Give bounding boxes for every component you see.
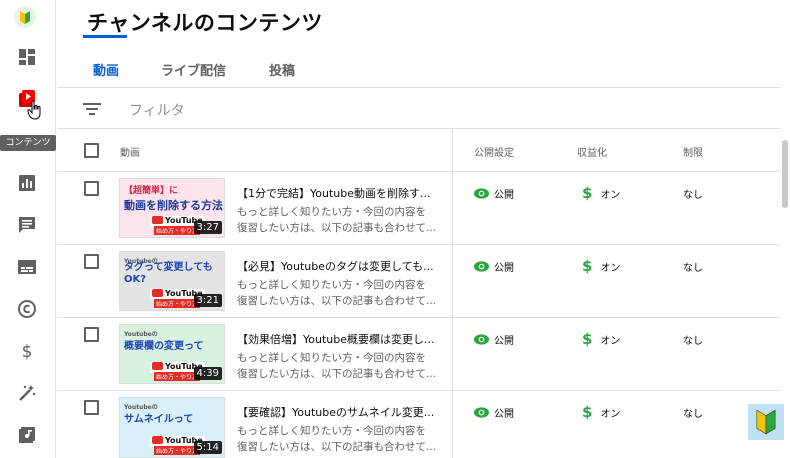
thumbnail-banner-text: 【超簡単】に xyxy=(124,186,179,196)
video-duration: 3:21 xyxy=(193,294,222,307)
video-thumbnail[interactable]: Youtubeの サムネイルって YouTube 始め方・やり方 5:14 xyxy=(119,397,225,458)
video-title[interactable]: 【必見】Youtubeのタグは変更しても... xyxy=(237,258,437,274)
tab-bar: 動画 ライブ配信 投稿 xyxy=(57,50,780,88)
description-line: もっと詳しく知りたい方・今回の内容を xyxy=(237,352,426,364)
description-line: もっと詳しく知りたい方・今回の内容を xyxy=(237,425,426,437)
tab-videos[interactable]: 動画 xyxy=(93,60,119,79)
sidebar-tooltip: コンテンツ xyxy=(0,135,56,151)
visibility-cell[interactable]: 公開 xyxy=(474,259,514,274)
column-header-visibility[interactable]: 公開設定 xyxy=(474,144,514,159)
column-header-video[interactable]: 動画 xyxy=(120,144,140,159)
table-row[interactable]: Youtubeの サムネイルって YouTube 始め方・やり方 5:14 【要… xyxy=(57,391,780,458)
sidebar: コンテンツ $ xyxy=(0,0,56,458)
restrictions-cell: なし xyxy=(683,336,703,347)
row-checkbox[interactable] xyxy=(84,254,99,269)
scrollbar[interactable] xyxy=(782,140,788,208)
youtube-logo-icon xyxy=(152,289,163,297)
beginner-mark-icon xyxy=(748,404,784,440)
video-thumbnail[interactable]: Youtubeの タグって変更してもOK? YouTube 始め方・やり方 3:… xyxy=(119,251,225,311)
video-duration: 3:27 xyxy=(193,221,222,234)
video-title[interactable]: 【要確認】Youtubeのサムネイル変更... xyxy=(237,404,437,420)
restrictions-cell: なし xyxy=(683,190,703,201)
svg-text:$: $ xyxy=(22,342,33,361)
customization-icon[interactable] xyxy=(16,382,38,404)
monetization-value: オン xyxy=(600,335,621,347)
visibility-cell[interactable]: 公開 xyxy=(474,332,514,347)
thumbnail-headline: 概要欄の変更って xyxy=(124,341,204,352)
eye-icon xyxy=(474,334,489,345)
youtube-logo-icon xyxy=(152,436,163,444)
visibility-value: 公開 xyxy=(494,190,514,201)
description-line: 復習したい方は、以下の記事も合わせて... xyxy=(237,441,437,453)
monetization-cell[interactable]: $ オン xyxy=(582,184,620,202)
description-line: もっと詳しく知りたい方・今回の内容を xyxy=(237,279,426,291)
tab-live[interactable]: ライブ配信 xyxy=(161,60,226,79)
visibility-value: 公開 xyxy=(494,409,514,420)
restrictions-cell: なし xyxy=(683,263,703,274)
monetization-cell[interactable]: $ オン xyxy=(582,330,620,348)
comments-icon[interactable] xyxy=(16,214,38,236)
monetization-value: オン xyxy=(600,262,621,274)
table-row[interactable]: Youtubeの 概要欄の変更って YouTube 始め方・やり方 4:39 【… xyxy=(57,318,780,391)
table-row[interactable]: 【超簡単】に 動画を削除する方法 YouTube 始め方・やり方 3:27 【1… xyxy=(57,172,780,245)
dashboard-icon[interactable] xyxy=(16,46,38,68)
restrictions-cell: なし xyxy=(683,409,703,420)
thumbnail-headline: タグって変更してもOK? xyxy=(124,262,213,285)
visibility-cell[interactable]: 公開 xyxy=(474,405,514,420)
beginner-logo-icon[interactable] xyxy=(14,6,36,28)
active-tab-indicator xyxy=(83,35,127,38)
filter-icon[interactable] xyxy=(83,101,101,117)
video-description: もっと詳しく知りたい方・今回の内容を 復習したい方は、以下の記事も合わせて... xyxy=(237,423,437,455)
monetization-cell[interactable]: $ オン xyxy=(582,257,620,275)
column-header-restrictions[interactable]: 制限 xyxy=(683,144,703,159)
select-all-checkbox[interactable] xyxy=(84,143,99,158)
video-description: もっと詳しく知りたい方・今回の内容を 復習したい方は、以下の記事も合わせて... xyxy=(237,204,437,236)
copyright-icon[interactable] xyxy=(16,298,38,320)
visibility-cell[interactable]: 公開 xyxy=(474,186,514,201)
dollar-icon: $ xyxy=(582,403,593,421)
eye-icon xyxy=(474,188,489,199)
page-title: チャンネルのコンテンツ xyxy=(87,11,323,35)
tab-posts[interactable]: 投稿 xyxy=(269,60,295,79)
description-line: 復習したい方は、以下の記事も合わせて... xyxy=(237,222,437,234)
row-checkbox[interactable] xyxy=(84,400,99,415)
row-checkbox[interactable] xyxy=(84,181,99,196)
youtube-logo-icon xyxy=(152,216,163,224)
visibility-value: 公開 xyxy=(494,263,514,274)
video-description: もっと詳しく知りたい方・今回の内容を 復習したい方は、以下の記事も合わせて... xyxy=(237,277,437,309)
filter-input[interactable]: フィルタ xyxy=(129,100,185,120)
monetization-value: オン xyxy=(600,189,621,201)
video-thumbnail[interactable]: 【超簡単】に 動画を削除する方法 YouTube 始め方・やり方 3:27 xyxy=(119,178,225,238)
table-header: 動画 公開設定 収益化 制限 xyxy=(57,130,780,172)
video-thumbnail[interactable]: Youtubeの 概要欄の変更って YouTube 始め方・やり方 4:39 xyxy=(119,324,225,384)
video-title[interactable]: 【1分で完結】Youtube動画を削除す... xyxy=(237,185,437,201)
video-duration: 4:39 xyxy=(193,367,222,380)
eye-icon xyxy=(474,261,489,272)
dollar-icon: $ xyxy=(582,330,593,348)
subtitles-icon[interactable] xyxy=(16,256,38,278)
visibility-value: 公開 xyxy=(494,336,514,347)
dollar-icon: $ xyxy=(582,257,593,275)
description-line: 復習したい方は、以下の記事も合わせて... xyxy=(237,295,437,307)
monetization-cell[interactable]: $ オン xyxy=(582,403,620,421)
monetization-value: オン xyxy=(600,408,621,420)
thumbnail-headline: 動画を削除する方法 xyxy=(124,199,223,212)
hand-cursor-icon xyxy=(27,100,43,120)
dollar-icon: $ xyxy=(582,184,593,202)
filter-bar[interactable]: フィルタ xyxy=(57,89,780,129)
eye-icon xyxy=(474,407,489,418)
row-checkbox[interactable] xyxy=(84,327,99,342)
video-duration: 5:14 xyxy=(193,441,222,454)
youtube-logo-icon xyxy=(152,362,163,370)
description-line: もっと詳しく知りたい方・今回の内容を xyxy=(237,206,426,218)
description-line: 復習したい方は、以下の記事も合わせて... xyxy=(237,368,437,380)
analytics-icon[interactable] xyxy=(16,172,38,194)
table-row[interactable]: Youtubeの タグって変更してもOK? YouTube 始め方・やり方 3:… xyxy=(57,245,780,318)
audio-library-icon[interactable] xyxy=(16,424,38,446)
thumbnail-headline: サムネイルって xyxy=(124,414,194,425)
video-title[interactable]: 【効果倍増】Youtube概要欄は変更し... xyxy=(237,331,437,347)
video-description: もっと詳しく知りたい方・今回の内容を 復習したい方は、以下の記事も合わせて... xyxy=(237,350,437,382)
monetization-icon[interactable]: $ xyxy=(16,340,38,362)
column-header-monetization[interactable]: 収益化 xyxy=(577,144,607,159)
